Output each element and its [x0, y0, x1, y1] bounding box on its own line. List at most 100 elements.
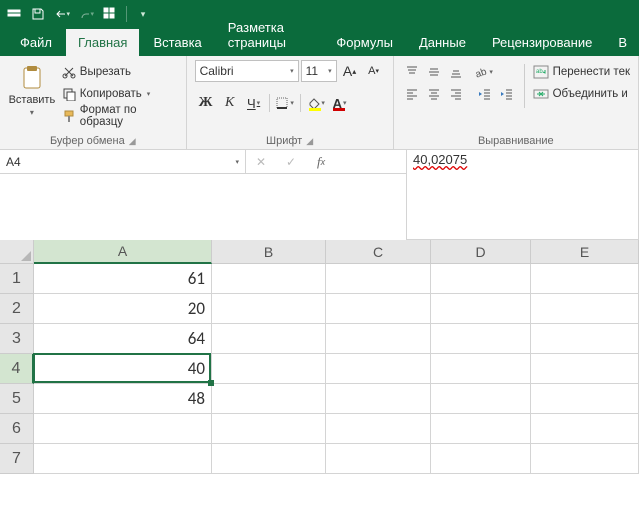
column-header-c[interactable]: C — [326, 240, 431, 264]
cell-e7[interactable] — [531, 444, 639, 474]
cell-c3[interactable] — [326, 324, 431, 354]
wrap-text-button[interactable]: ab Перенести тек — [533, 62, 630, 82]
cell-b7[interactable] — [212, 444, 326, 474]
row-header-2[interactable]: 2 — [0, 294, 34, 324]
paste-dropdown-icon[interactable]: ▾ — [30, 108, 34, 117]
align-left-button[interactable] — [402, 84, 422, 104]
align-middle-button[interactable] — [424, 62, 444, 82]
cell-b5[interactable] — [212, 384, 326, 414]
paste-button[interactable]: Вставить ▾ — [8, 60, 56, 133]
increase-font-button[interactable]: A▴ — [339, 60, 361, 82]
copy-icon — [62, 87, 76, 101]
row-header-7[interactable]: 7 — [0, 444, 34, 474]
copy-button[interactable]: Копировать ▾ — [62, 84, 178, 104]
decrease-indent-button[interactable] — [474, 84, 494, 104]
tab-file[interactable]: Файл — [8, 29, 64, 56]
font-launcher-icon[interactable]: ◢ — [306, 136, 313, 147]
cell-d3[interactable] — [431, 324, 531, 354]
clipboard-launcher-icon[interactable]: ◢ — [129, 136, 136, 147]
bold-button[interactable]: Ж — [195, 92, 217, 114]
cell-a5[interactable]: 48 — [34, 384, 212, 414]
cell-a4[interactable]: 40 — [34, 354, 212, 384]
row-header-6[interactable]: 6 — [0, 414, 34, 444]
cell-e4[interactable] — [531, 354, 639, 384]
orientation-button[interactable]: ab▾ — [474, 62, 494, 82]
cell-c6[interactable] — [326, 414, 431, 444]
cell-b2[interactable] — [212, 294, 326, 324]
tab-insert[interactable]: Вставка — [141, 29, 213, 56]
tab-home[interactable]: Главная — [66, 29, 139, 56]
tab-view[interactable]: В — [606, 29, 639, 56]
cut-button[interactable]: Вырезать — [62, 62, 178, 82]
cell-d5[interactable] — [431, 384, 531, 414]
cell-a6[interactable] — [34, 414, 212, 444]
copy-dropdown-icon[interactable]: ▾ — [147, 90, 151, 98]
cell-c4[interactable] — [326, 354, 431, 384]
align-bottom-button[interactable] — [446, 62, 466, 82]
column-header-e[interactable]: E — [531, 240, 639, 264]
increase-indent-button[interactable] — [496, 84, 516, 104]
cell-a3[interactable]: 64 — [34, 324, 212, 354]
cell-c5[interactable] — [326, 384, 431, 414]
column-header-a[interactable]: A — [34, 240, 212, 264]
cell-d1[interactable] — [431, 264, 531, 294]
underline-button[interactable]: Ч▾ — [243, 92, 265, 114]
cell-c2[interactable] — [326, 294, 431, 324]
wrap-icon: ab — [533, 64, 549, 80]
cell-c7[interactable] — [326, 444, 431, 474]
cell-d7[interactable] — [431, 444, 531, 474]
row-header-4[interactable]: 4 — [0, 354, 34, 384]
save-icon[interactable] — [30, 6, 46, 22]
formula-cancel-button[interactable]: ✕ — [252, 155, 270, 169]
cell-d6[interactable] — [431, 414, 531, 444]
redo-icon[interactable]: ▾ — [78, 6, 94, 22]
format-painter-button[interactable]: Формат по образцу — [62, 106, 178, 126]
decrease-font-button[interactable]: A▾ — [363, 60, 385, 82]
cell-b3[interactable] — [212, 324, 326, 354]
name-box[interactable]: A4 ▾ — [0, 150, 246, 173]
tab-page-layout[interactable]: Разметка страницы — [216, 14, 323, 56]
cell-e5[interactable] — [531, 384, 639, 414]
cell-b4[interactable] — [212, 354, 326, 384]
chevron-down-icon[interactable]: ▾ — [235, 158, 239, 166]
font-name-select[interactable]: Calibri▾ — [195, 60, 299, 82]
cell-d4[interactable] — [431, 354, 531, 384]
tab-data[interactable]: Данные — [407, 29, 478, 56]
select-all-corner[interactable] — [0, 240, 34, 264]
cell-e6[interactable] — [531, 414, 639, 444]
cell-d2[interactable] — [431, 294, 531, 324]
formula-bar-input[interactable]: 40,02075 — [406, 150, 639, 240]
border-button[interactable]: ▾ — [274, 92, 296, 114]
align-right-button[interactable] — [446, 84, 466, 104]
touch-mode-icon[interactable] — [102, 6, 118, 22]
tab-formulas[interactable]: Формулы — [324, 29, 405, 56]
italic-button[interactable]: К — [219, 92, 241, 114]
cell-a7[interactable] — [34, 444, 212, 474]
cell-a1[interactable]: 61 — [34, 264, 212, 294]
cell-e3[interactable] — [531, 324, 639, 354]
fill-handle[interactable] — [208, 380, 214, 386]
cell-c1[interactable] — [326, 264, 431, 294]
insert-function-button[interactable]: fx — [312, 154, 330, 170]
cell-e2[interactable] — [531, 294, 639, 324]
row-header-1[interactable]: 1 — [0, 264, 34, 294]
align-top-button[interactable] — [402, 62, 422, 82]
cell-a2[interactable]: 20 — [34, 294, 212, 324]
font-color-button[interactable]: A▾ — [329, 92, 351, 114]
cell-b1[interactable] — [212, 264, 326, 294]
font-size-select[interactable]: 11▾ — [301, 60, 337, 82]
fill-color-button[interactable]: ▾ — [305, 92, 327, 114]
merge-center-button[interactable]: Объединить и — [533, 84, 630, 104]
align-center-button[interactable] — [424, 84, 444, 104]
undo-icon[interactable]: ▾ — [54, 6, 70, 22]
column-header-b[interactable]: B — [212, 240, 326, 264]
cell-e1[interactable] — [531, 264, 639, 294]
qat-customize-icon[interactable]: ▾ — [135, 6, 151, 22]
tab-review[interactable]: Рецензирование — [480, 29, 604, 56]
cell-b6[interactable] — [212, 414, 326, 444]
row-header-5[interactable]: 5 — [0, 384, 34, 414]
column-header-d[interactable]: D — [431, 240, 531, 264]
formula-enter-button[interactable]: ✓ — [282, 155, 300, 169]
row-header-3[interactable]: 3 — [0, 324, 34, 354]
app-menu-icon[interactable] — [6, 6, 22, 22]
